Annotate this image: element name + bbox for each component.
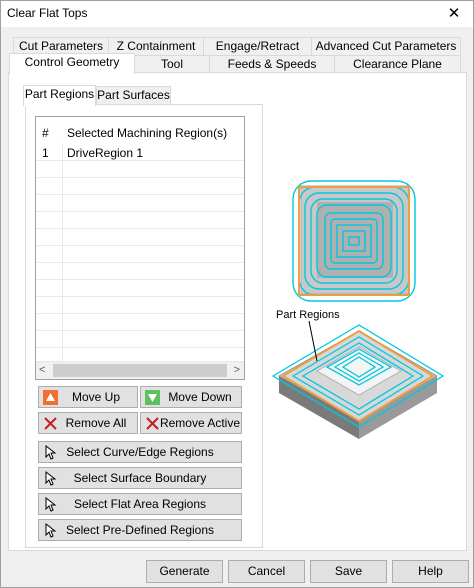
tab-advanced-cut-parameters[interactable]: Advanced Cut Parameters <box>311 37 461 56</box>
move-up-icon <box>43 390 58 405</box>
tab-label: Engage/Retract <box>215 39 300 53</box>
scroll-left-icon[interactable]: < <box>39 362 45 379</box>
cursor-arrow-icon <box>45 497 57 512</box>
empty-row <box>36 230 244 246</box>
subtab-label: Part Surfaces <box>97 88 170 102</box>
title-bar: Clear Flat Tops ✕ <box>1 1 473 27</box>
cursor-arrow-icon <box>45 445 57 460</box>
cursor-arrow-icon <box>45 471 57 486</box>
save-button[interactable]: Save <box>310 560 387 583</box>
horizontal-scrollbar[interactable]: < > <box>36 362 244 379</box>
remove-all-button[interactable]: Remove All <box>38 412 138 434</box>
select-curve-label: Select Curve/Edge Regions <box>66 445 214 459</box>
help-button[interactable]: Help <box>392 560 469 583</box>
top-view-toolpath <box>292 180 416 302</box>
move-up-button[interactable]: Move Up <box>38 386 138 408</box>
list-header: # Selected Machining Region(s) <box>36 117 244 143</box>
tab-label: Control Geometry <box>24 55 120 69</box>
empty-row <box>36 264 244 280</box>
row-number: 1 <box>42 146 49 160</box>
remove-icon <box>44 417 57 430</box>
select-curve-edge-regions-button[interactable]: Select Curve/Edge Regions <box>38 441 242 463</box>
empty-row <box>36 162 244 178</box>
select-predefined-label: Select Pre-Defined Regions <box>65 523 215 537</box>
move-down-icon <box>145 390 160 405</box>
empty-row <box>36 298 244 314</box>
tab-engage-retract[interactable]: Engage/Retract <box>203 37 312 56</box>
tab-label: Z Containment <box>116 39 196 53</box>
tab-label: Tool <box>160 57 183 71</box>
cursor-arrow-icon <box>45 523 57 538</box>
scroll-right-icon[interactable]: > <box>234 362 240 379</box>
close-icon[interactable]: ✕ <box>445 5 463 23</box>
empty-row <box>36 247 244 263</box>
tab-label: Feeds & Speeds <box>227 57 317 71</box>
empty-row <box>36 213 244 229</box>
remove-icon <box>146 417 159 430</box>
scroll-thumb[interactable] <box>53 364 227 377</box>
tab-label: Clearance Plane <box>353 57 442 71</box>
empty-row <box>36 332 244 348</box>
remove-active-button[interactable]: Remove Active <box>140 412 242 434</box>
empty-row <box>36 281 244 297</box>
generate-button[interactable]: Generate <box>146 560 223 583</box>
empty-row <box>36 196 244 212</box>
column-region-header: Selected Machining Region(s) <box>67 126 228 140</box>
empty-row <box>36 179 244 195</box>
tab-control-geometry[interactable]: Control Geometry <box>9 53 135 74</box>
iso-view-toolpath <box>271 320 445 439</box>
empty-row <box>36 349 244 362</box>
subtab-part-regions[interactable]: Part Regions <box>23 85 96 106</box>
table-row[interactable]: 1 DriveRegion 1 <box>36 145 244 161</box>
select-surface-label: Select Surface Boundary <box>73 471 207 485</box>
column-number-header: # <box>42 126 49 140</box>
select-pre-defined-regions-button[interactable]: Select Pre-Defined Regions <box>38 519 242 541</box>
move-down-button[interactable]: Move Down <box>140 386 242 408</box>
tab-label: Advanced Cut Parameters <box>315 39 457 53</box>
cancel-button[interactable]: Cancel <box>228 560 305 583</box>
subtab-part-surfaces[interactable]: Part Surfaces <box>96 86 171 105</box>
subtab-label: Part Regions <box>24 87 95 101</box>
window-title: Clear Flat Tops <box>7 6 88 20</box>
regions-list[interactable]: # Selected Machining Region(s) 1 DriveRe… <box>35 116 245 380</box>
select-surface-boundary-button[interactable]: Select Surface Boundary <box>38 467 242 489</box>
part-regions-callout: Part Regions <box>276 309 340 321</box>
dialog-window: Clear Flat Tops ✕ Cut Parameters Z Conta… <box>0 0 474 588</box>
select-flat-area-regions-button[interactable]: Select Flat Area Regions <box>38 493 242 515</box>
tab-label: Cut Parameters <box>18 39 104 53</box>
select-flat-label: Select Flat Area Regions <box>73 497 207 511</box>
row-region-name: DriveRegion 1 <box>67 146 144 160</box>
empty-row <box>36 315 244 331</box>
